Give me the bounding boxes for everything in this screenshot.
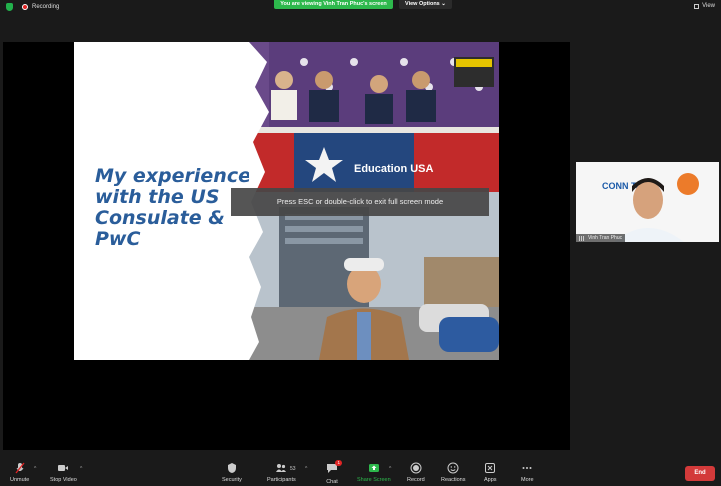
top-bar: Recording You are viewing Vinh Tran Phuc… <box>0 0 721 14</box>
more-label: More <box>521 477 534 483</box>
reactions-button[interactable]: Reactions <box>441 462 465 483</box>
share-screen-button[interactable]: Share Screen <box>357 462 391 483</box>
participant-video-feed: CONN Talk <box>576 162 719 242</box>
viewing-screen-banner: You are viewing Vinh Tran Phuc's screen <box>274 0 393 9</box>
participant-name: Vinh Tran Phuc <box>588 235 623 241</box>
chat-button[interactable]: 1 Chat <box>326 460 342 485</box>
reactions-label: Reactions <box>441 477 466 483</box>
participants-icon <box>276 464 287 472</box>
view-label: View <box>702 3 715 9</box>
share-options-caret[interactable]: ^ <box>389 466 391 472</box>
share-screen-label: Share Screen <box>357 477 391 483</box>
audio-options-caret[interactable]: ^ <box>34 466 36 472</box>
view-options-label: View Options <box>405 1 440 7</box>
participant-name-label: Vinh Tran Phuc <box>576 234 626 242</box>
encryption-shield-icon[interactable] <box>6 3 13 11</box>
participants-options-caret[interactable]: ^ <box>305 466 307 472</box>
record-button[interactable]: Record <box>407 462 425 483</box>
stop-video-button[interactable]: Stop Video <box>50 462 77 483</box>
end-meeting-button[interactable]: End <box>685 466 715 481</box>
security-button[interactable]: Security <box>222 462 242 483</box>
grid-view-icon <box>694 3 700 9</box>
share-screen-icon <box>368 464 379 472</box>
chat-label: Chat <box>326 479 338 485</box>
muted-microphone-icon <box>15 462 25 474</box>
recording-label: Recording <box>32 4 60 10</box>
chat-unread-badge: 1 <box>335 460 342 466</box>
recording-dot-icon <box>22 4 28 10</box>
unmute-button[interactable]: Unmute <box>10 462 29 483</box>
stop-video-label: Stop Video <box>50 477 77 483</box>
participants-label: Participants <box>267 477 296 483</box>
smiley-icon <box>447 462 459 474</box>
record-label: Record <box>407 477 425 483</box>
fullscreen-hint-overlay: Press ESC or double-click to exit full s… <box>231 188 489 216</box>
more-button[interactable]: More <box>521 462 534 483</box>
video-camera-icon <box>58 465 69 471</box>
recording-indicator[interactable]: Recording <box>6 3 59 11</box>
apps-icon <box>485 463 496 473</box>
video-options-caret[interactable]: ^ <box>80 466 82 472</box>
unmute-label: Unmute <box>10 477 30 483</box>
participant-video-tile[interactable]: CONN Talk Vinh Tran Phuc <box>576 162 719 242</box>
apps-button[interactable]: Apps <box>484 462 497 483</box>
more-dots-icon <box>522 467 532 469</box>
security-label: Security <box>222 477 242 483</box>
signal-bars-icon <box>579 235 585 241</box>
meeting-toolbar: Unmute ^ Stop Video ^ Security Participa… <box>0 460 721 486</box>
education-usa-banner-text: Education USA <box>354 163 434 175</box>
view-button[interactable]: View <box>694 3 715 9</box>
shield-icon <box>227 463 236 473</box>
chat-icon-wrapper: 1 <box>326 460 342 479</box>
view-options-button[interactable]: View Options ⌄ <box>399 0 452 9</box>
participants-count: 53 <box>290 466 296 472</box>
apps-label: Apps <box>484 477 497 483</box>
record-icon <box>410 462 422 474</box>
